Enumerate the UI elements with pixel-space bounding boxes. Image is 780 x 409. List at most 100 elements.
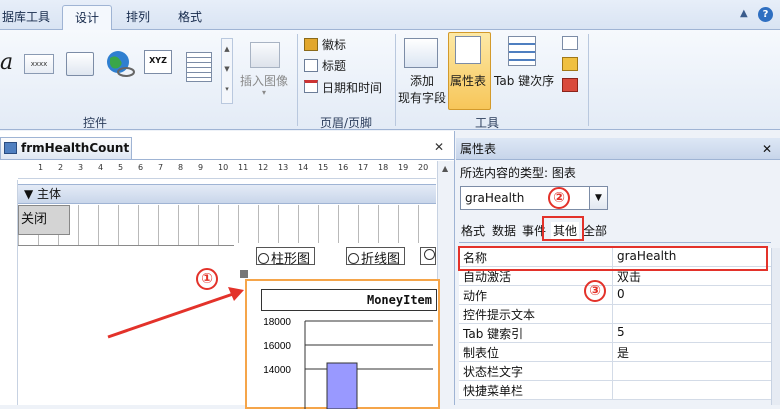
y-tick-label: 16000 bbox=[263, 341, 291, 352]
tab-format[interactable]: 格式 bbox=[166, 5, 214, 30]
vertical-ruler bbox=[0, 180, 18, 405]
insert-image-button[interactable]: 插入图像 bbox=[240, 72, 288, 89]
property-sheet-title-text: 属性表 bbox=[460, 142, 497, 156]
property-value[interactable]: 是 bbox=[617, 344, 629, 361]
ruler-number: 1 bbox=[38, 163, 44, 172]
divider bbox=[612, 381, 613, 400]
title-button[interactable]: 标题 bbox=[322, 57, 346, 74]
radio-bar-chart[interactable]: 柱形图 bbox=[256, 247, 316, 267]
selection-type-label: 所选内容的类型: 图表 bbox=[460, 166, 576, 180]
ruler-number: 13 bbox=[278, 163, 289, 172]
ruler-number: 16 bbox=[338, 163, 349, 172]
annotation-arrow bbox=[107, 287, 244, 339]
property-row[interactable]: Tab 键索引 5 bbox=[459, 324, 771, 343]
property-scrollbar[interactable] bbox=[771, 248, 780, 405]
annotation-number-2: ② bbox=[548, 187, 570, 209]
tab-control-icon[interactable] bbox=[66, 52, 94, 76]
chart-plot: 18000 16000 14000 bbox=[263, 317, 433, 409]
ruler-number: 6 bbox=[138, 163, 144, 172]
property-value[interactable]: 0 bbox=[617, 287, 625, 301]
property-sheet-button[interactable]: 属性表 bbox=[450, 72, 486, 89]
scroll-up-icon[interactable]: ▲ bbox=[442, 164, 448, 173]
close-document-icon[interactable]: ✕ bbox=[434, 140, 444, 154]
title-icon bbox=[304, 59, 318, 72]
prop-tab-all[interactable]: 全部 bbox=[583, 222, 607, 240]
prop-tab-format[interactable]: 格式 bbox=[461, 222, 485, 240]
tab-database-tools[interactable]: 据库工具 bbox=[0, 5, 54, 30]
chevron-down-icon[interactable]: ▼ bbox=[589, 187, 607, 209]
add-existing-fields-label-1[interactable]: 添加 bbox=[410, 72, 434, 89]
tab-order-button[interactable]: Tab 键次序 bbox=[494, 72, 554, 89]
label-control-button[interactable]: a bbox=[0, 50, 13, 75]
property-row[interactable]: 控件提示文本 bbox=[459, 305, 771, 324]
calendar-icon bbox=[304, 80, 318, 93]
tab-order-icon bbox=[508, 36, 536, 66]
ruler-number: 4 bbox=[98, 163, 104, 172]
divider bbox=[612, 362, 613, 381]
ruler-number: 20 bbox=[418, 163, 429, 172]
chart-control-grahealth[interactable]: MoneyItem 18000 16000 14000 bbox=[245, 279, 440, 409]
property-row[interactable]: 动作 0 bbox=[459, 286, 771, 305]
textbox-control-icon[interactable]: xxxx bbox=[24, 54, 54, 74]
group-label-controls: 控件 bbox=[82, 116, 107, 130]
property-value[interactable]: 5 bbox=[617, 325, 625, 339]
hyperlink-globe-icon[interactable] bbox=[104, 48, 136, 80]
resize-handle[interactable] bbox=[240, 270, 248, 278]
divider bbox=[612, 286, 613, 305]
section-title: 主体 bbox=[37, 187, 62, 201]
ruler-number: 3 bbox=[78, 163, 84, 172]
close-form-button[interactable]: 关闭 bbox=[18, 205, 70, 235]
design-grid bbox=[18, 205, 436, 245]
divider bbox=[459, 242, 771, 243]
annotation-number-1: ① bbox=[196, 268, 218, 290]
chart-title: MoneyItem bbox=[261, 289, 437, 311]
subform-icon[interactable] bbox=[562, 78, 578, 92]
radio-circle-icon bbox=[258, 253, 269, 264]
y-tick-label: 18000 bbox=[263, 317, 291, 328]
insert-image-icon[interactable] bbox=[250, 42, 280, 68]
property-key: 状态栏文字 bbox=[463, 365, 524, 379]
property-key: 快捷菜单栏 bbox=[463, 384, 524, 398]
property-row[interactable]: 制表位 是 bbox=[459, 343, 771, 362]
radio-line-chart[interactable]: 折线图 bbox=[346, 247, 406, 267]
tab-arrange[interactable]: 排列 bbox=[116, 5, 160, 30]
add-existing-fields-icon bbox=[404, 38, 438, 68]
divider bbox=[612, 305, 613, 324]
view-code-icon[interactable] bbox=[562, 36, 578, 50]
ruler-number: 2 bbox=[58, 163, 64, 172]
group-separator bbox=[297, 34, 298, 126]
ribbon-tab-bar: 据库工具 设计 排列 格式 ▲ ? bbox=[0, 0, 780, 30]
annotation-box-name-row bbox=[458, 246, 768, 271]
property-row[interactable]: 快捷菜单栏 bbox=[459, 381, 771, 400]
logo-button[interactable]: 徽标 bbox=[322, 36, 346, 53]
collapse-ribbon-icon[interactable]: ▲ bbox=[740, 8, 748, 19]
insert-image-dropdown-icon[interactable]: ▾ bbox=[262, 88, 266, 97]
gallery-scroll-icon[interactable]: ▲ ▼ ▾ bbox=[221, 38, 233, 104]
convert-macro-icon[interactable] bbox=[562, 57, 578, 71]
object-select-dropdown[interactable]: graHealth ▼ bbox=[460, 186, 608, 210]
section-header-detail[interactable]: ▼ 主体 bbox=[18, 184, 436, 204]
add-existing-fields-label-2[interactable]: 现有字段 bbox=[398, 89, 446, 106]
radio-third[interactable] bbox=[420, 247, 436, 265]
property-key: Tab 键索引 bbox=[463, 327, 524, 341]
divider bbox=[0, 159, 455, 160]
ruler-number: 10 bbox=[218, 163, 229, 172]
radio-label: 折线图 bbox=[361, 252, 401, 267]
group-label-tools: 工具 bbox=[474, 116, 499, 130]
help-icon[interactable]: ? bbox=[758, 7, 773, 22]
date-time-button[interactable]: 日期和时间 bbox=[322, 79, 382, 96]
close-property-sheet-icon[interactable]: ✕ bbox=[762, 138, 772, 160]
list-control-icon[interactable] bbox=[186, 52, 212, 82]
ruler-number: 18 bbox=[378, 163, 389, 172]
divider bbox=[612, 343, 613, 362]
document-tab[interactable]: frmHealthCount bbox=[0, 137, 132, 159]
ruler-number: 9 bbox=[198, 163, 204, 172]
ruler-number: 5 bbox=[118, 163, 124, 172]
ruler-number: 7 bbox=[158, 163, 164, 172]
group-label-header-footer: 页眉/页脚 bbox=[319, 116, 373, 130]
web-browser-control-icon[interactable]: XYZ bbox=[144, 50, 172, 74]
property-row[interactable]: 状态栏文字 bbox=[459, 362, 771, 381]
group-separator bbox=[395, 34, 396, 126]
tab-design[interactable]: 设计 bbox=[62, 5, 112, 30]
prop-tab-data[interactable]: 数据 bbox=[492, 222, 516, 240]
